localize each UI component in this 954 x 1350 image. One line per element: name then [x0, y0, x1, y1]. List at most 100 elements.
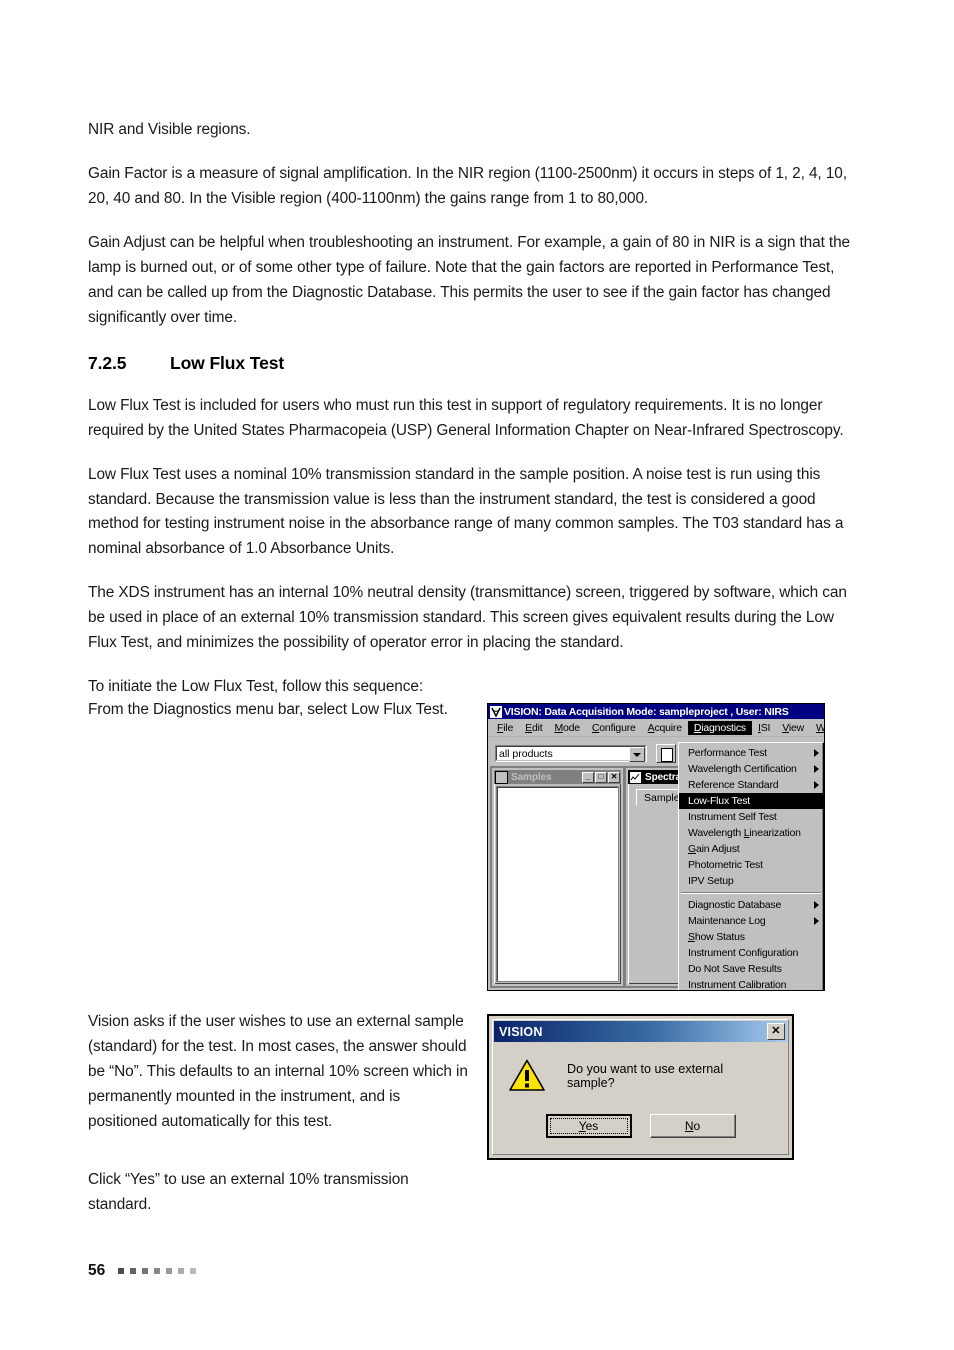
yes-button[interactable]: Yes — [545, 1114, 632, 1138]
menu-item-label: Wavelength Certification — [688, 763, 797, 775]
vision-confirmation-dialog: VISION ✕ Do you want to use external sam… — [487, 1014, 794, 1160]
page-footer: 56 — [88, 1262, 197, 1280]
submenu-arrow-icon — [814, 781, 819, 789]
menubar-item-edit[interactable]: Edit — [519, 721, 548, 735]
submenu-arrow-icon — [814, 901, 819, 909]
submenu-arrow-icon — [814, 749, 819, 757]
footer-dot — [178, 1268, 185, 1274]
samples-list[interactable] — [496, 786, 619, 982]
menubar-item-configure[interactable]: Configure — [586, 721, 642, 735]
paragraph: Low Flux Test uses a nominal 10% transmi… — [88, 465, 844, 558]
warning-triangle-icon — [509, 1059, 545, 1091]
maximize-icon[interactable]: □ — [595, 771, 607, 783]
footer-dot-decoration — [118, 1268, 197, 1274]
app-menubar[interactable]: File Edit Mode Configure Acquire Diagnostics I… — [488, 719, 824, 737]
samples-icon — [495, 770, 508, 784]
menu-item-label: Show Status — [688, 931, 745, 943]
menu-item-label: Do Not Save Results — [688, 963, 782, 975]
menubar-item-view[interactable]: View — [776, 721, 810, 735]
menu-item-instrument-configuration[interactable]: Instrument Configuration — [679, 945, 823, 961]
menu-item-label: Diagnostic Database — [688, 899, 782, 911]
document-page: NIR and Visible regions. Gain Factor is … — [0, 0, 954, 1350]
menu-item-wavelength-certification[interactable]: Wavelength Certification — [679, 761, 823, 777]
product-filter-combobox[interactable]: all products — [495, 745, 647, 762]
menu-item-label: Instrument Self Test — [688, 811, 777, 823]
close-icon[interactable]: ✕ — [608, 771, 620, 783]
dialog-message: Do you want to use external sample? — [567, 1061, 724, 1090]
menu-item-ipv-setup[interactable]: IPV Setup — [679, 873, 823, 889]
menu-item-label: Performance Test — [688, 747, 767, 759]
page-number: 56 — [88, 1262, 106, 1279]
section-title: Low Flux Test — [170, 352, 285, 373]
footer-dot — [154, 1268, 161, 1274]
paragraph: To initiate the Low Flux Test, follow th… — [88, 678, 424, 696]
menu-separator — [681, 892, 821, 894]
menu-item-diagnostic-database[interactable]: Diagnostic Database — [679, 897, 823, 913]
close-icon[interactable]: ✕ — [767, 1023, 785, 1040]
menubar-item-file[interactable]: File — [491, 721, 519, 735]
menu-item-wavelength-linearization[interactable]: Wavelength Linearization — [679, 825, 823, 841]
new-document-icon — [661, 748, 673, 762]
menu-item-label: Maintenance Log — [688, 915, 766, 927]
footer-dot — [190, 1268, 197, 1274]
paragraph: The XDS instrument has an internal 10% n… — [88, 584, 847, 652]
spectra-window-title: Spectra — [645, 771, 681, 783]
app-title-text: VISION: Data Acquisition Mode: samplepro… — [504, 705, 789, 718]
dialog-titlebar: VISION ✕ — [494, 1021, 787, 1042]
spectra-chart-icon — [629, 770, 642, 784]
menu-item-gain-adjust[interactable]: Gain Adjust — [679, 841, 823, 857]
chevron-down-icon[interactable] — [629, 747, 645, 762]
menu-item-do-not-save-results[interactable]: Do Not Save Results — [679, 961, 823, 977]
button-label: Yes — [578, 1119, 599, 1133]
paragraph: Low Flux Test is included for users who … — [88, 396, 844, 439]
footer-dot — [166, 1268, 173, 1274]
menubar-item-isi[interactable]: ISI — [752, 721, 776, 735]
paragraph: Gain Factor is a measure of signal ampli… — [88, 164, 847, 207]
menubar-item-diagnostics[interactable]: Diagnostics — [687, 720, 752, 735]
paragraph: NIR and Visible regions. — [88, 121, 251, 138]
menu-item-label: Instrument Configuration — [688, 947, 799, 959]
menu-item-show-status[interactable]: Show Status — [679, 929, 823, 945]
samples-child-window[interactable]: Samples _ □ ✕ — [492, 768, 623, 986]
footer-dot — [142, 1268, 149, 1274]
menubar-item-acquire[interactable]: Acquire — [642, 721, 688, 735]
caption-menu-figure: From the Diagnostics menu bar, select Lo… — [88, 701, 448, 718]
menu-item-label: Reference Standard — [688, 779, 779, 791]
menu-item-maintenance-log[interactable]: Maintenance Log — [679, 913, 823, 929]
menu-item-label: Photometric Test — [688, 859, 763, 871]
menu-item-reference-standard[interactable]: Reference Standard — [679, 777, 823, 793]
menu-item-label: Instrument Calibration — [688, 979, 787, 991]
diagnostics-dropdown-menu[interactable]: Performance Test Wavelength Certification… — [678, 742, 824, 991]
menu-item-performance-test[interactable]: Performance Test — [679, 745, 823, 761]
section-number: 7.2.5 — [88, 352, 127, 373]
menu-item-label: IPV Setup — [688, 875, 734, 887]
caption-click-yes: Click “Yes” to use an external 10% trans… — [88, 1171, 409, 1213]
app-titlebar: VISION: Data Acquisition Mode: samplepro… — [488, 704, 824, 719]
document-text-column: NIR and Visible regions. Gain Factor is … — [88, 118, 854, 719]
minimize-icon[interactable]: _ — [582, 771, 594, 783]
no-button[interactable]: No — [649, 1114, 736, 1138]
menu-item-label: Wavelength Linearization — [688, 827, 801, 839]
samples-window-titlebar[interactable]: Samples _ □ ✕ — [494, 770, 621, 784]
menu-item-instrument-self-test[interactable]: Instrument Self Test — [679, 809, 823, 825]
dialog-button-row[interactable]: Yes No — [493, 1114, 788, 1138]
product-filter-value: all products — [499, 747, 553, 760]
dialog-content: Do you want to use external sample? — [493, 1043, 788, 1092]
samples-window-controls[interactable]: _ □ ✕ — [582, 771, 621, 783]
menu-item-label: Gain Adjust — [688, 843, 740, 855]
new-document-button[interactable] — [656, 744, 676, 763]
menubar-item-wind[interactable]: Wind — [810, 721, 824, 735]
section-heading: 7.2.5 Low Flux Test — [88, 353, 854, 374]
footer-dot — [130, 1268, 137, 1274]
menu-item-photometric-test[interactable]: Photometric Test — [679, 857, 823, 873]
samples-window-title: Samples — [511, 771, 552, 783]
menubar-item-mode[interactable]: Mode — [548, 721, 585, 735]
submenu-arrow-icon — [814, 917, 819, 925]
vision-application-screenshot: VISION: Data Acquisition Mode: samplepro… — [487, 703, 825, 991]
footer-dot — [118, 1268, 125, 1274]
submenu-arrow-icon — [814, 765, 819, 773]
menu-item-instrument-calibration[interactable]: Instrument Calibration — [679, 977, 823, 991]
dialog-title: VISION — [499, 1024, 543, 1039]
paragraph: Gain Adjust can be helpful when troubles… — [88, 233, 851, 326]
menu-item-low-flux-test[interactable]: Low-Flux Test — [679, 793, 823, 809]
